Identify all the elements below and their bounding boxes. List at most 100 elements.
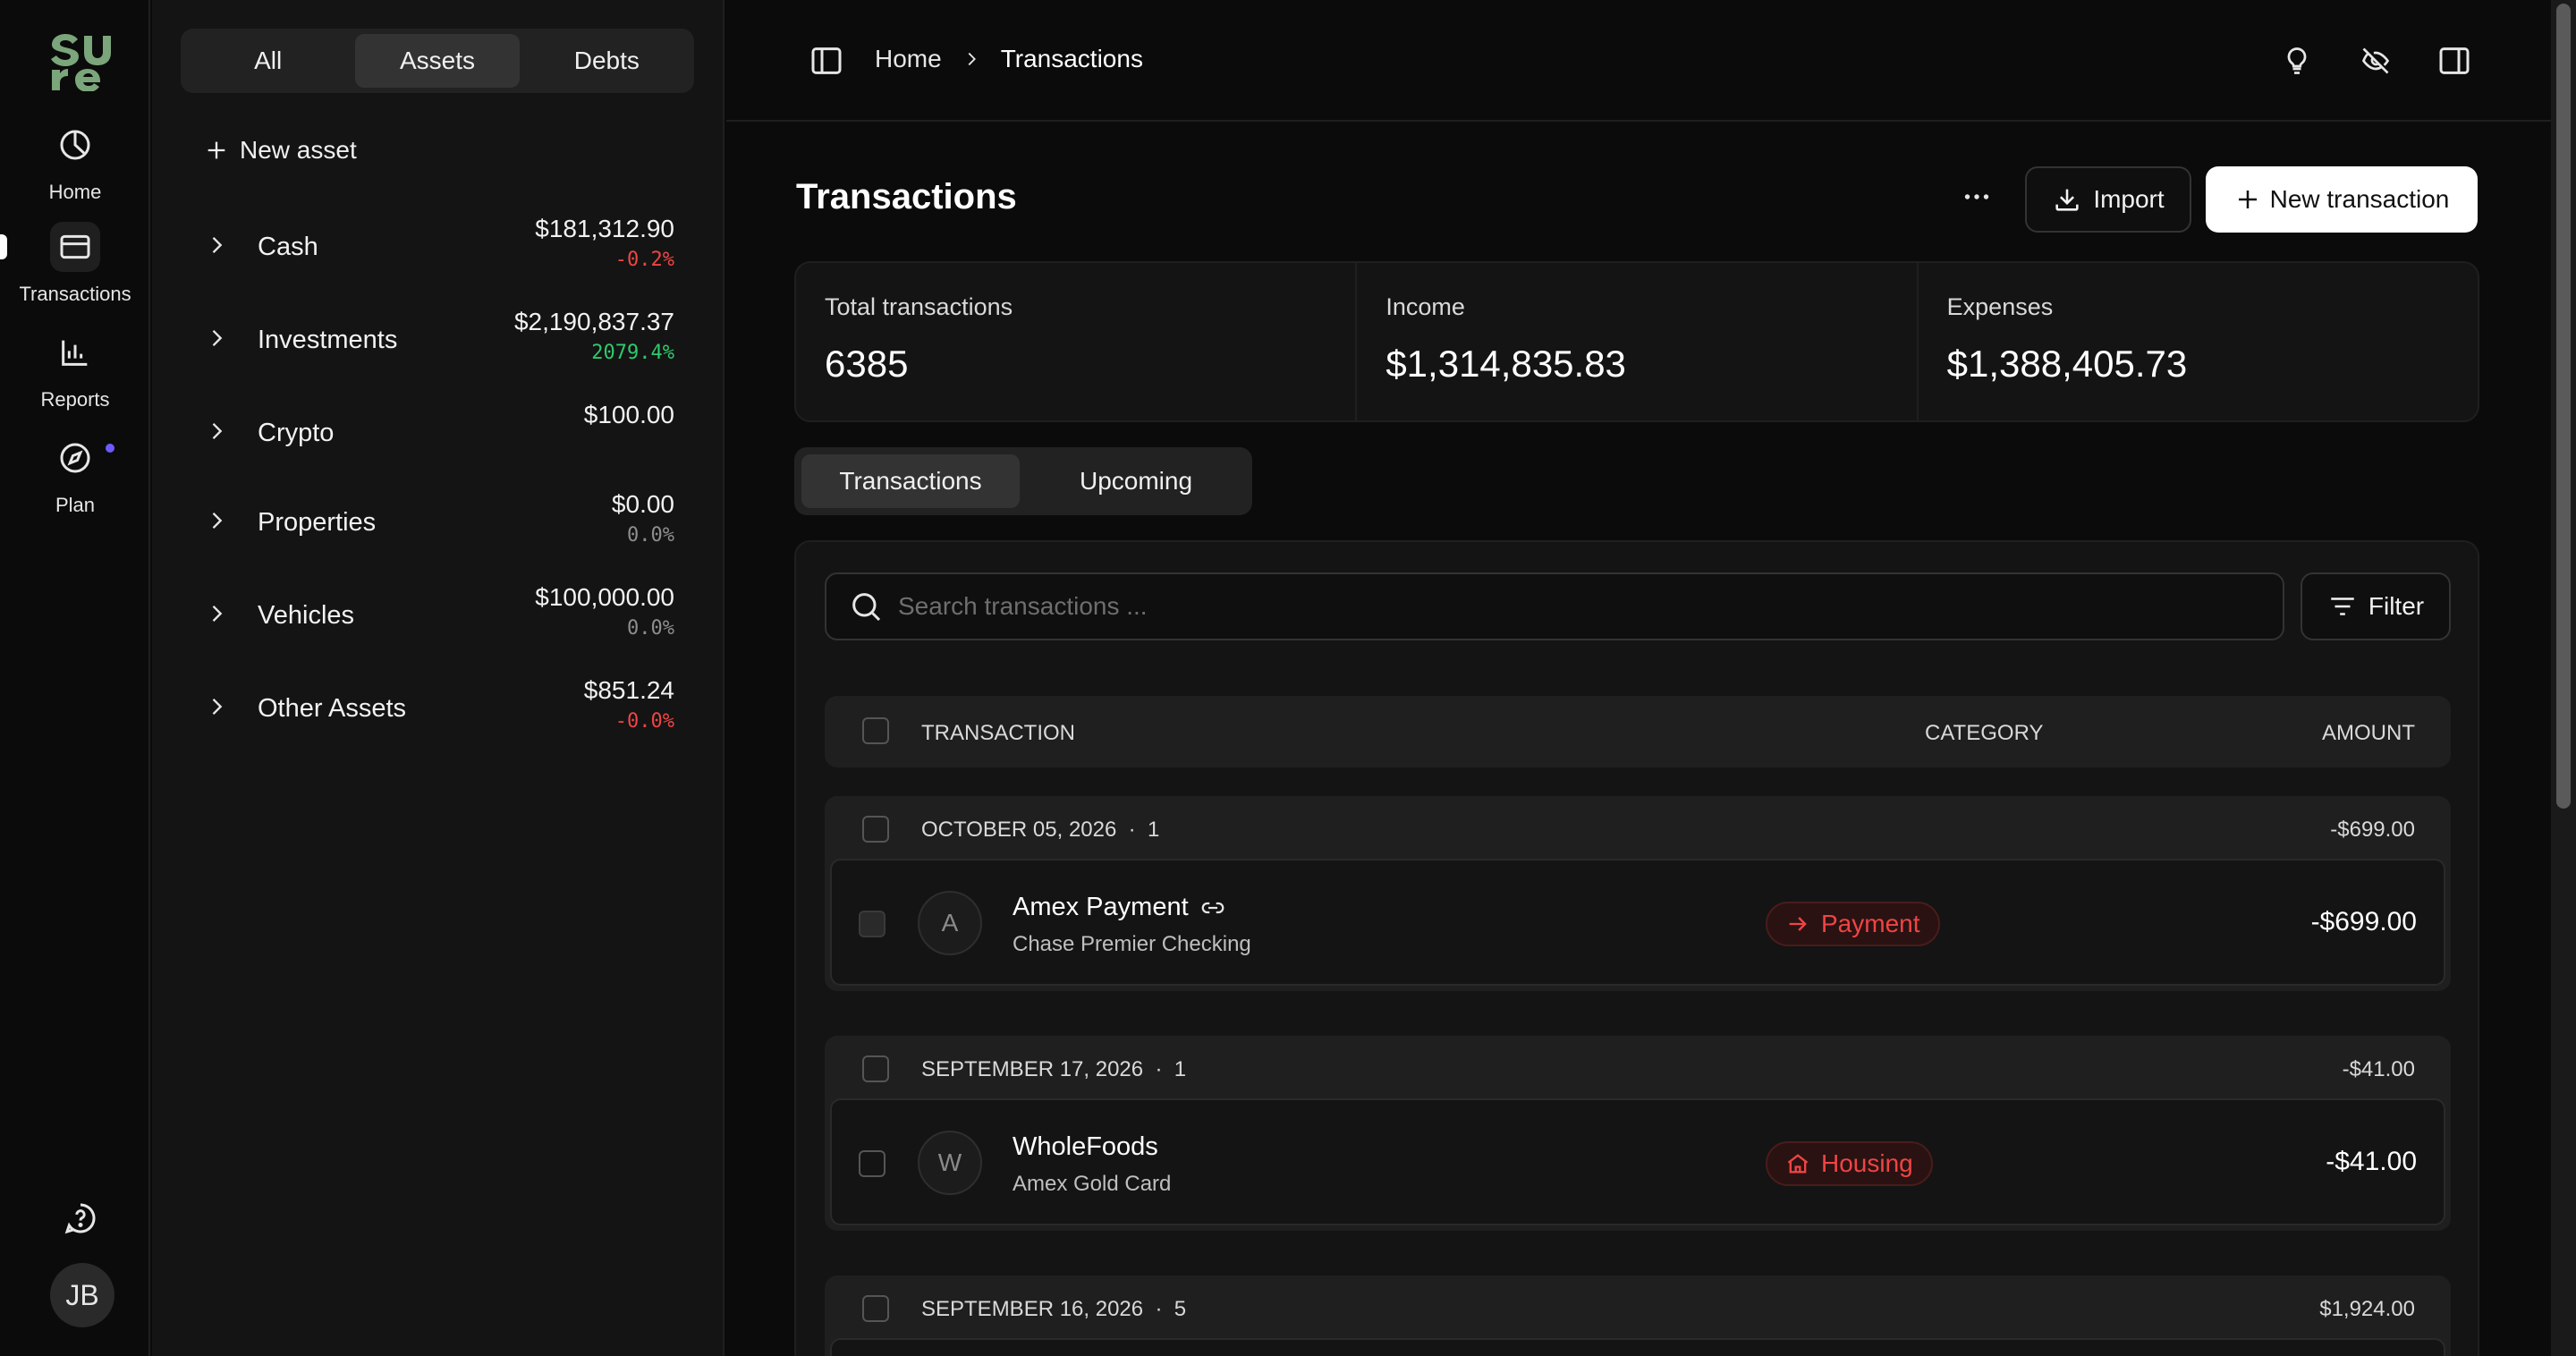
category-label: Housing bbox=[1821, 1149, 1913, 1177]
eye-off-icon[interactable] bbox=[2356, 41, 2395, 81]
row-checkbox[interactable] bbox=[859, 1150, 886, 1177]
account-group-balance: $2,190,837.37 bbox=[513, 308, 674, 335]
stat-total-transactions: Total transactions 6385 bbox=[796, 263, 1358, 420]
account-group-investments[interactable]: Investments $2,190,837.37 2079.4% bbox=[204, 308, 674, 379]
table-header: TRANSACTION CATEGORY AMOUNT bbox=[825, 696, 2451, 767]
rail-plan[interactable]: Plan bbox=[0, 433, 150, 517]
table-row[interactable]: W WholeFoods Amex Gold Card Housing -$41… bbox=[830, 1098, 2445, 1225]
account-group-balance: $851.24 bbox=[583, 676, 674, 704]
account-group-name: Other Assets bbox=[258, 694, 407, 723]
transaction-name[interactable]: WholeFoods bbox=[1013, 1132, 1158, 1162]
stat-label: Income bbox=[1385, 293, 1465, 320]
group-checkbox[interactable] bbox=[862, 816, 889, 843]
account-group-change: -0.0% bbox=[614, 710, 674, 733]
rail-reports[interactable]: Reports bbox=[0, 327, 150, 411]
group-count: 5 bbox=[1174, 1297, 1187, 1321]
table-row[interactable]: A Amex Payment Chase Premier Checking Pa… bbox=[830, 859, 2445, 986]
merchant-avatar: A bbox=[918, 891, 982, 955]
accounts-sidebar: All Assets Debts New asset Cash $181,312… bbox=[152, 0, 724, 1356]
account-group-change: -0.2% bbox=[614, 249, 674, 271]
transaction-account: Chase Premier Checking bbox=[1013, 932, 1251, 956]
group-total: $1,924.00 bbox=[2319, 1297, 2415, 1321]
scrollbar-thumb[interactable] bbox=[2556, 4, 2571, 809]
breadcrumb-home[interactable]: Home bbox=[875, 45, 942, 73]
stat-value: $1,388,405.73 bbox=[1946, 343, 2188, 385]
group-date-text: OCTOBER 05, 2026 bbox=[921, 818, 1117, 842]
account-group-cash[interactable]: Cash $181,312.90 -0.2% bbox=[204, 215, 674, 286]
chevron-right-icon bbox=[212, 606, 223, 622]
column-transaction: TRANSACTION bbox=[921, 721, 1076, 745]
import-button[interactable]: Import bbox=[2025, 166, 2191, 233]
group-total: -$41.00 bbox=[2342, 1057, 2415, 1081]
rail-home[interactable]: Home bbox=[0, 120, 150, 204]
account-group-crypto[interactable]: Crypto $100.00 bbox=[204, 401, 674, 472]
merchant-avatar: W bbox=[918, 1131, 982, 1195]
account-group-vehicles[interactable]: Vehicles $100,000.00 0.0% bbox=[204, 583, 674, 655]
stat-value: $1,314,835.83 bbox=[1385, 343, 1626, 385]
account-group-balance: $100,000.00 bbox=[535, 583, 674, 611]
avatar[interactable]: JB bbox=[50, 1263, 114, 1327]
group-checkbox[interactable] bbox=[862, 1055, 889, 1082]
segment-debts[interactable]: Debts bbox=[525, 34, 689, 88]
chevron-right-icon bbox=[968, 52, 976, 66]
select-all-checkbox[interactable] bbox=[862, 717, 889, 744]
group-date: OCTOBER 05, 2026 · 1 bbox=[921, 818, 1160, 842]
rail-transactions-label: Transactions bbox=[19, 283, 131, 305]
bar-chart-icon bbox=[50, 327, 100, 377]
transaction-amount: -$699.00 bbox=[2310, 907, 2417, 936]
tab-transactions[interactable]: Transactions bbox=[801, 454, 1020, 508]
row-checkbox[interactable] bbox=[859, 911, 886, 937]
chevron-right-icon bbox=[212, 699, 223, 715]
house-icon bbox=[1787, 1154, 1809, 1174]
segment-all[interactable]: All bbox=[186, 34, 350, 88]
category-badge[interactable]: Payment bbox=[1766, 902, 1940, 946]
chevron-right-icon bbox=[212, 237, 223, 253]
new-transaction-button[interactable]: New transaction bbox=[2206, 166, 2478, 233]
more-options-icon[interactable] bbox=[1953, 174, 2000, 220]
tab-upcoming[interactable]: Upcoming bbox=[1027, 454, 1245, 508]
search-input[interactable] bbox=[898, 592, 2283, 621]
scrollbar[interactable] bbox=[2551, 0, 2576, 1356]
stat-label: Total transactions bbox=[825, 293, 1013, 320]
segment-assets[interactable]: Assets bbox=[355, 34, 520, 88]
account-group-balance: $181,312.90 bbox=[535, 215, 674, 242]
stat-income: Income $1,314,835.83 bbox=[1357, 263, 1919, 420]
rail-transactions[interactable]: Transactions bbox=[0, 222, 150, 306]
date-group-header: SEPTEMBER 17, 2026 · 1 -$41.00 bbox=[825, 1036, 2451, 1098]
category-badge[interactable]: Housing bbox=[1766, 1141, 1933, 1186]
account-group-name: Vehicles bbox=[258, 601, 355, 630]
toggle-sidebar-icon[interactable] bbox=[809, 43, 844, 79]
table-row[interactable] bbox=[830, 1338, 2445, 1356]
page-title: Transactions bbox=[796, 177, 1017, 216]
group-date: SEPTEMBER 17, 2026 · 1 bbox=[921, 1057, 1187, 1081]
logo[interactable] bbox=[48, 29, 114, 91]
lightbulb-icon[interactable] bbox=[2277, 41, 2317, 81]
plus-icon bbox=[2238, 191, 2257, 208]
group-date-text: SEPTEMBER 16, 2026 bbox=[921, 1297, 1144, 1321]
account-group-name: Investments bbox=[258, 326, 398, 354]
account-type-switcher: All Assets Debts bbox=[181, 29, 694, 93]
category-label: Payment bbox=[1821, 910, 1920, 937]
transactions-panel: Filter TRANSACTION CATEGORY AMOUNT OCTOB… bbox=[794, 540, 2479, 1356]
arrow-right-icon bbox=[1789, 917, 1807, 931]
new-transaction-label: New transaction bbox=[2269, 185, 2450, 213]
transaction-amount: -$41.00 bbox=[2326, 1147, 2417, 1176]
help-icon[interactable] bbox=[61, 1199, 100, 1238]
transaction-tabs: Transactions Upcoming bbox=[794, 447, 1252, 515]
account-group-properties[interactable]: Properties $0.00 0.0% bbox=[204, 490, 674, 562]
stat-expenses: Expenses $1,388,405.73 bbox=[1919, 263, 2478, 420]
import-label: Import bbox=[2093, 185, 2165, 213]
rail-plan-label: Plan bbox=[55, 494, 96, 516]
breadcrumb: Home Transactions bbox=[875, 45, 1143, 73]
filter-label: Filter bbox=[2368, 592, 2425, 620]
group-checkbox[interactable] bbox=[862, 1295, 889, 1322]
group-date-text: SEPTEMBER 17, 2026 bbox=[921, 1057, 1144, 1081]
filter-button[interactable]: Filter bbox=[2301, 572, 2451, 640]
group-count: 1 bbox=[1148, 818, 1160, 842]
toggle-right-panel-icon[interactable] bbox=[2435, 41, 2474, 81]
new-asset-button[interactable]: New asset bbox=[204, 136, 357, 165]
account-group-other-assets[interactable]: Other Assets $851.24 -0.0% bbox=[204, 676, 674, 748]
transaction-name[interactable]: Amex Payment bbox=[1013, 893, 1226, 922]
summary-stats: Total transactions 6385 Income $1,314,83… bbox=[794, 261, 2479, 422]
account-group-balance: $0.00 bbox=[611, 490, 674, 518]
